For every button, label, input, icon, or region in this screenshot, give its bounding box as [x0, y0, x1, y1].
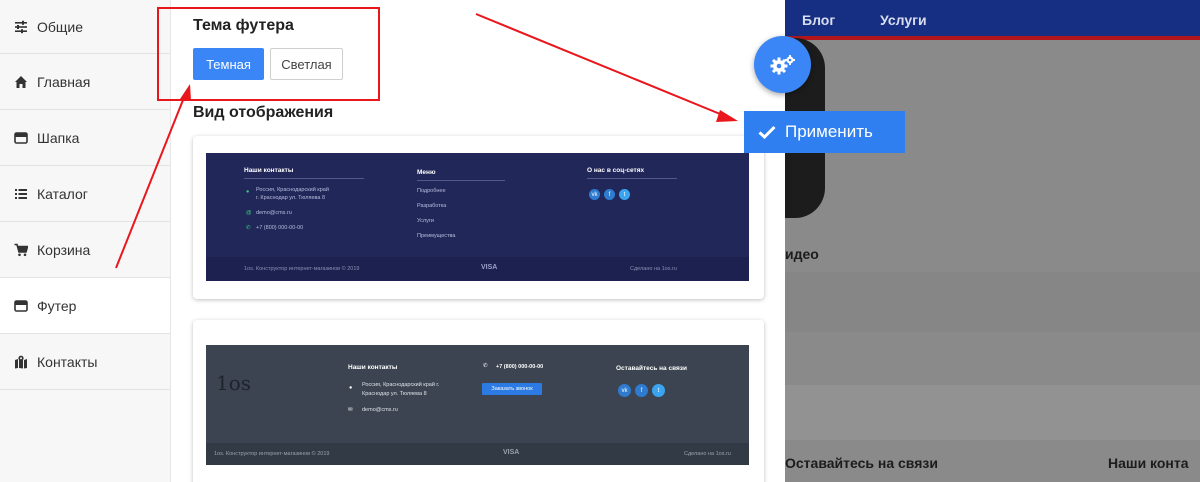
location-icon: ●: [349, 385, 353, 391]
sidebar-item-cart[interactable]: Корзина: [0, 222, 170, 278]
preview-menu-title: Меню: [417, 169, 436, 176]
site-nav-services[interactable]: Услуги: [880, 12, 927, 28]
sidebar-item-label: Футер: [37, 297, 77, 314]
twitter-icon: t: [619, 189, 630, 200]
preview-bottom-bar: 1os. Конструктор интернет-магазинов © 20…: [206, 443, 749, 465]
sidebar-item-footer[interactable]: Футер: [0, 278, 170, 334]
settings-gear-button[interactable]: [754, 36, 811, 93]
vk-icon: vk: [589, 189, 600, 200]
location-icon: ●: [246, 189, 250, 195]
divider: [417, 180, 505, 181]
sidebar-item-contacts[interactable]: Контакты: [0, 334, 170, 390]
sidebar-item-label: Корзина: [37, 241, 91, 258]
sidebar-item-label: Каталог: [37, 185, 88, 202]
sidebar-item-catalog[interactable]: Каталог: [0, 166, 170, 222]
preview-social-title: О нас в соц-сетях: [587, 167, 645, 174]
visa-icon: VISA: [481, 264, 498, 271]
window-icon: [13, 299, 29, 313]
preview-email: demo@cms.ru: [256, 210, 292, 216]
twitter-icon: t: [652, 384, 665, 397]
settings-sidebar: Общие Главная Шапка Каталог Корзина Футе…: [0, 0, 171, 482]
site-top-nav: Блог Услуги: [785, 0, 1200, 40]
home-icon: [13, 75, 29, 89]
preview-contacts-title: Наши контакты: [348, 364, 398, 371]
site-nav-blog[interactable]: Блог: [802, 12, 835, 28]
check-icon: [758, 125, 776, 139]
site-band: [785, 272, 1200, 332]
footer-preview-grey: 1os Наши контакты ● Россия, Краснодарски…: [206, 345, 749, 465]
preview-logo: 1os: [216, 371, 252, 395]
facebook-icon: f: [604, 189, 615, 200]
preview-menu-item: Преимущества: [417, 233, 456, 239]
divider: [587, 178, 677, 179]
footer-view-option-1[interactable]: Наши контакты ● Россия, Краснодарский кр…: [193, 136, 764, 299]
site-stay-connected: Оставайтесь на связи: [785, 455, 938, 471]
preview-menu-item: Подробнее: [417, 188, 446, 194]
gears-icon: [770, 54, 796, 76]
site-band: [785, 385, 1200, 440]
footer-preview-dark-blue: Наши контакты ● Россия, Краснодарский кр…: [206, 153, 749, 281]
preview-copyright: 1os. Конструктор интернет-магазинов © 20…: [244, 266, 360, 272]
sidebar-item-label: Главная: [37, 73, 91, 90]
sliders-icon: [13, 20, 29, 34]
preview-social-title: Оставайтесь на связи: [616, 365, 688, 372]
site-video-text: идео: [785, 246, 819, 262]
apply-label: Применить: [785, 122, 873, 141]
preview-copyright: 1os. Конструктор интернет-магазинов © 20…: [214, 451, 330, 457]
list-icon: [13, 187, 29, 201]
window-icon: [13, 131, 29, 145]
sidebar-item-label: Шапка: [37, 129, 80, 146]
preview-menu-item: Услуги: [417, 218, 434, 224]
preview-made-by: Сделано на 1os.ru: [684, 451, 731, 457]
mail-icon: @: [246, 210, 252, 216]
mail-icon: ✉: [348, 407, 353, 413]
sidebar-item-header[interactable]: Шапка: [0, 110, 170, 166]
preview-made-by: Сделано на 1os.ru: [630, 266, 677, 272]
map-icon: [13, 355, 29, 369]
facebook-icon: f: [635, 384, 648, 397]
display-view-title: Вид отображения: [193, 104, 334, 121]
footer-view-option-2[interactable]: 1os Наши контакты ● Россия, Краснодарски…: [193, 320, 764, 482]
preview-address: Россия, Краснодарский край г.: [362, 382, 440, 388]
sidebar-item-general[interactable]: Общие: [0, 0, 170, 54]
sidebar-item-home[interactable]: Главная: [0, 54, 170, 110]
preview-phone: +7 (800) 000-00-00: [496, 364, 544, 370]
sidebar-item-label: Контакты: [37, 353, 98, 370]
preview-menu-item: Разработка: [417, 203, 447, 209]
phone-icon: ✆: [483, 363, 488, 369]
divider: [244, 178, 364, 179]
preview-call-button: Заказать звонок: [482, 383, 542, 395]
apply-button[interactable]: Применить: [744, 111, 905, 153]
vk-icon: vk: [618, 384, 631, 397]
preview-address-line2: г. Краснодар ул. Тюляева 8: [256, 195, 326, 201]
site-preview-background: Блог Услуги идео Оставайтесь на связи На…: [785, 0, 1200, 482]
site-our-contacts: Наши конта: [1108, 455, 1189, 471]
sidebar-item-label: Общие: [37, 18, 84, 35]
preview-address-line2: Краснодар ул. Тюляева 8: [362, 391, 427, 397]
annotation-highlight-box: [157, 7, 380, 101]
cart-icon: [13, 243, 29, 257]
visa-icon: VISA: [503, 449, 520, 456]
phone-icon: ✆: [246, 225, 251, 231]
preview-email: demo@cms.ru: [362, 407, 398, 413]
preview-bottom-bar: 1os. Конструктор интернет-магазинов © 20…: [206, 257, 749, 281]
preview-phone: +7 (800) 000-00-00: [256, 225, 304, 231]
preview-contacts-title: Наши контакты: [244, 167, 294, 174]
preview-address: Россия, Краснодарский край: [256, 187, 329, 193]
